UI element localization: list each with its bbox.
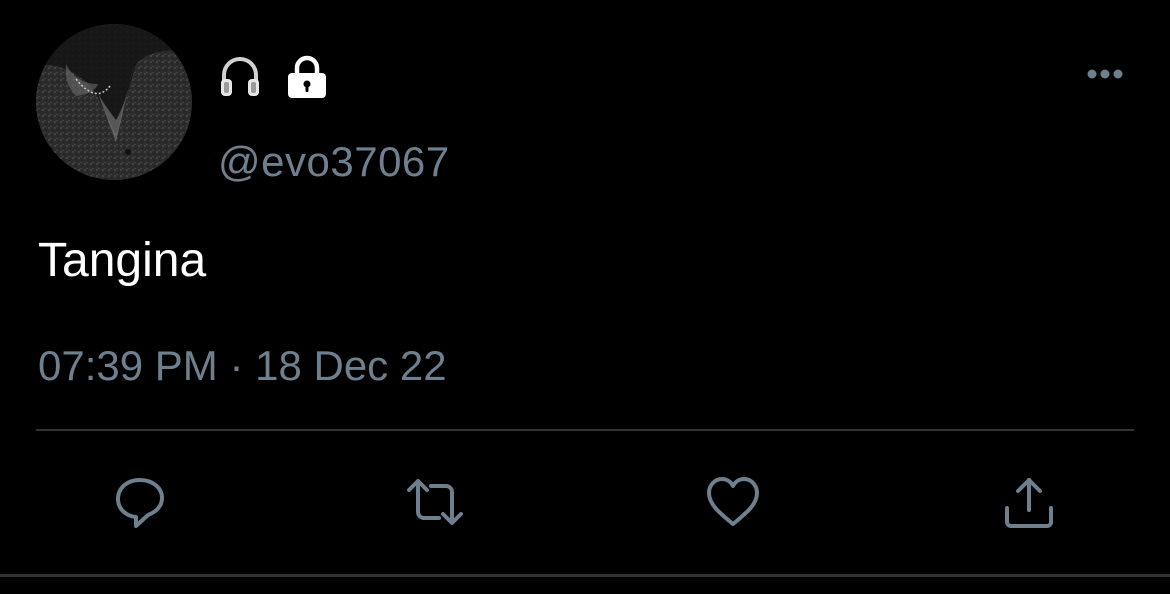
timestamp-separator: ·	[217, 342, 256, 389]
tweet-date: 18 Dec 22	[255, 342, 447, 389]
share-icon[interactable]	[999, 472, 1059, 532]
lock-icon	[284, 54, 330, 105]
user-handle[interactable]: @evo37067	[218, 136, 450, 188]
avatar-photo	[36, 24, 192, 180]
tweet-timestamp[interactable]: 07:39 PM · 18 Dec 22	[38, 340, 447, 392]
name-icons	[218, 54, 330, 105]
tweet-detail: @evo37067 Tangina 07:39 PM · 18 Dec 22	[0, 0, 1170, 594]
divider	[36, 429, 1134, 431]
reply-icon[interactable]	[110, 472, 170, 532]
more-options-icon[interactable]	[1082, 60, 1128, 88]
like-icon[interactable]	[703, 472, 763, 532]
retweet-icon[interactable]	[405, 472, 465, 532]
tweet-text: Tangina	[38, 234, 207, 287]
tweet-time: 07:39 PM	[38, 342, 218, 389]
headphones-icon	[218, 55, 262, 104]
avatar[interactable]	[36, 24, 192, 180]
bottom-divider	[0, 574, 1170, 577]
